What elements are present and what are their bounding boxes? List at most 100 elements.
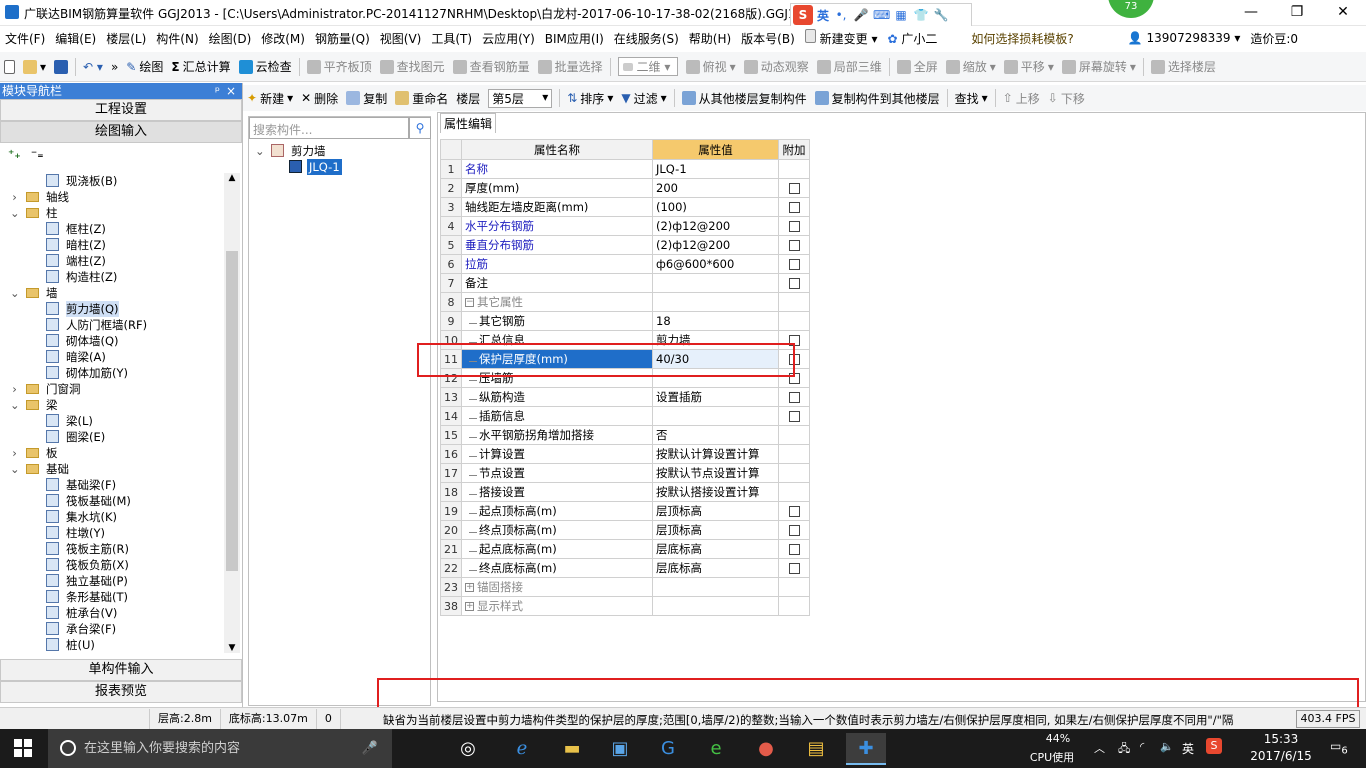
collapse-icon[interactable]: ⌄	[10, 461, 20, 477]
new-file-icon[interactable]	[0, 59, 19, 74]
expand-icon[interactable]: ›	[10, 189, 19, 205]
tree-component[interactable]: 集水坑(K)	[0, 509, 224, 525]
menu-bim[interactable]: BIM应用(I)	[540, 30, 609, 47]
close-icon[interactable]: ×	[226, 83, 236, 99]
tree-component[interactable]: 暗梁(A)	[0, 349, 224, 365]
property-row[interactable]: 19 起点顶标高(m) 层顶标高	[440, 501, 810, 521]
property-value-cell[interactable]: 200	[652, 178, 779, 198]
property-row[interactable]: 16 计算设置 按默认计算设置计算	[440, 444, 810, 464]
property-row[interactable]: 1 名称 JLQ-1	[440, 159, 810, 179]
single-component-input-button[interactable]: 单构件输入	[0, 659, 242, 681]
wifi-icon[interactable]: ◜	[1140, 740, 1144, 753]
report-preview-button[interactable]: 报表预览	[0, 681, 242, 703]
tree-component[interactable]: 端柱(Z)	[0, 253, 224, 269]
menu-floor[interactable]: 楼层(L)	[101, 30, 151, 47]
tray-expand-icon[interactable]: ︿	[1094, 740, 1105, 756]
expand-all-icon[interactable]: ⁺₊	[8, 147, 21, 161]
tree-component[interactable]: 人防门框墙(RF)	[0, 317, 224, 333]
keyboard-icon[interactable]: ⌨	[873, 7, 890, 23]
volume-icon[interactable]: 🔈	[1160, 740, 1174, 753]
property-value-cell[interactable]	[652, 292, 779, 312]
property-value-cell[interactable]: 否	[652, 425, 779, 445]
property-row[interactable]: 7 备注	[440, 273, 810, 293]
collapse-icon[interactable]: ⌄	[255, 143, 265, 159]
tree-component[interactable]: 筏板主筋(R)	[0, 541, 224, 557]
tree-component[interactable]: 条形基础(T)	[0, 589, 224, 605]
property-value-cell[interactable]: 18	[652, 311, 779, 331]
property-value-cell[interactable]: 设置插筋	[652, 387, 779, 407]
property-row[interactable]: 8− 其它属性	[440, 292, 810, 312]
edge-browser-icon[interactable]: ℯ	[502, 733, 542, 765]
tree-component[interactable]: 承台梁(F)	[0, 621, 224, 637]
assistant-menu[interactable]: ✿ 广小二	[882, 30, 942, 47]
property-value-cell[interactable]: JLQ-1	[652, 159, 779, 179]
toolbar-overflow-icon[interactable]: »	[107, 60, 122, 74]
attach-checkbox[interactable]	[788, 202, 800, 213]
draw-button[interactable]: ✎ 绘图	[122, 58, 167, 75]
tree-component[interactable]: 基础梁(F)	[0, 477, 224, 493]
zoom-button[interactable]: 缩放 ▾	[942, 58, 1000, 75]
property-value-cell[interactable]: 按默认搭接设置计算	[652, 482, 779, 502]
wrench-icon[interactable]: 🔧	[933, 7, 949, 23]
menu-edit[interactable]: 编辑(E)	[50, 30, 101, 47]
attach-checkbox[interactable]	[788, 411, 800, 422]
property-value-cell[interactable]: (2)ф12@200	[652, 216, 779, 236]
help-link[interactable]: 如何选择损耗模板?	[966, 30, 1078, 47]
top-view-button[interactable]: 俯视 ▾	[682, 58, 740, 75]
menu-cloud[interactable]: 云应用(Y)	[477, 30, 540, 47]
cloud-check-button[interactable]: 云检查	[235, 58, 296, 75]
menu-online[interactable]: 在线服务(S)	[609, 30, 684, 47]
property-value-cell[interactable]	[652, 273, 779, 293]
property-row[interactable]: 3 轴线距左墙皮距离(mm) (100)	[440, 197, 810, 217]
swirl-app-icon[interactable]: ◎	[448, 733, 488, 765]
microphone-icon[interactable]: 🎤	[853, 7, 869, 23]
view-mode-select[interactable]: 二维 ▾	[614, 57, 682, 76]
menu-help[interactable]: 帮助(H)	[684, 30, 736, 47]
find-element-button[interactable]: 查找图元	[376, 58, 449, 75]
move-up-button[interactable]: ⇧ 上移	[999, 90, 1044, 107]
attach-checkbox[interactable]	[788, 221, 800, 232]
property-row[interactable]: 6 拉筋 ф6@600*600	[440, 254, 810, 274]
skin-shirt-icon[interactable]: 👕	[913, 7, 929, 23]
tree-component[interactable]: 桩(U)	[0, 637, 224, 653]
property-row[interactable]: 18 搭接设置 按默认搭接设置计算	[440, 482, 810, 502]
attach-checkbox[interactable]	[788, 525, 800, 536]
ime-toolbar[interactable]: S 英 •, 🎤 ⌨ ▦ 👕 🔧	[790, 3, 972, 27]
store-icon[interactable]: ▣	[600, 733, 640, 765]
scroll-down-icon[interactable]: ▼	[224, 643, 240, 653]
property-row[interactable]: 14 插筋信息	[440, 406, 810, 426]
tree-component[interactable]: 独立基础(P)	[0, 573, 224, 589]
ggj-app-icon[interactable]: ✚	[846, 733, 886, 765]
property-row[interactable]: 23 + 锚固搭接	[440, 577, 810, 597]
menu-version[interactable]: 版本号(B)	[736, 30, 800, 47]
copy-to-floor-button[interactable]: 复制构件到其他楼层	[811, 90, 944, 107]
tree-component[interactable]: 桩承台(V)	[0, 605, 224, 621]
property-row[interactable]: 5 垂直分布钢筋 (2)ф12@200	[440, 235, 810, 255]
coin-balance[interactable]: 造价豆:0	[1245, 30, 1303, 47]
new-change-menu[interactable]: 新建变更 ▾	[800, 29, 883, 47]
collapse-icon[interactable]: ⌄	[10, 397, 20, 413]
tree-scrollbar[interactable]: ▲ ▼	[224, 173, 240, 653]
attach-checkbox[interactable]	[788, 259, 800, 270]
tree-component[interactable]: 框柱(Z)	[0, 221, 224, 237]
menu-file[interactable]: 文件(F)	[0, 30, 50, 47]
local-3d-button[interactable]: 局部三维	[813, 58, 886, 75]
collapse-all-icon[interactable]: ⁻₌	[31, 147, 44, 161]
sort-button[interactable]: ⇅ 排序 ▾	[563, 90, 617, 107]
browser-g-icon[interactable]: G	[648, 733, 688, 765]
clock-date[interactable]: 2017/6/15	[1234, 749, 1328, 763]
tree-component[interactable]: 梁(L)	[0, 413, 224, 429]
expand-icon[interactable]: +	[465, 602, 474, 611]
tree-folder[interactable]: › 门窗洞	[0, 381, 224, 397]
menu-component[interactable]: 构件(N)	[151, 30, 203, 47]
property-value-cell[interactable]: 层底标高	[652, 539, 779, 559]
notes-app-icon[interactable]: ▤	[796, 733, 836, 765]
expand-icon[interactable]: ›	[10, 445, 19, 461]
collapse-icon[interactable]: −	[465, 298, 474, 307]
tree-component[interactable]: 暗柱(Z)	[0, 237, 224, 253]
property-value-cell[interactable]: 层顶标高	[652, 501, 779, 521]
tree-component[interactable]: 筏板负筋(X)	[0, 557, 224, 573]
open-folder-icon[interactable]: ▾	[19, 59, 50, 74]
find-button[interactable]: 查找 ▾	[951, 90, 992, 107]
property-value-cell[interactable]	[652, 406, 779, 426]
